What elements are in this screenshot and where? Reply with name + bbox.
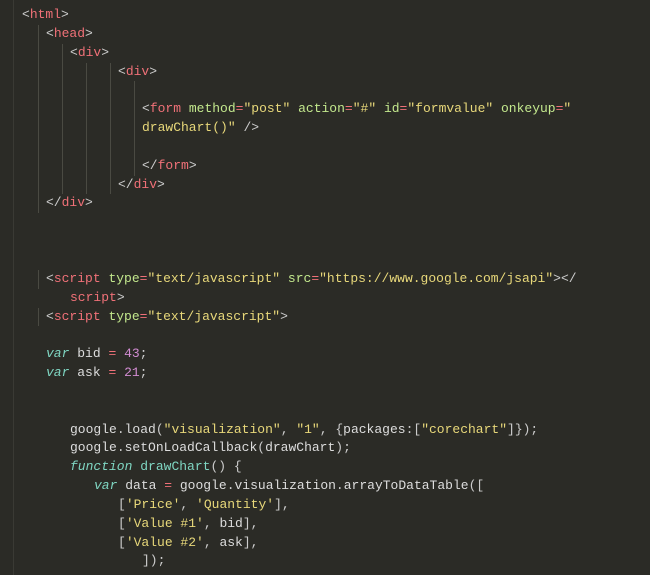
indent-guide — [38, 138, 39, 157]
code-line[interactable]: <html> — [16, 6, 577, 25]
code-text: ['Price', 'Quantity'], — [16, 496, 290, 515]
code-line[interactable] — [16, 383, 577, 402]
code-area[interactable]: <html><head><div><div><form method="post… — [14, 0, 577, 575]
indent-guide — [38, 44, 39, 63]
indent-guide — [86, 119, 87, 138]
indent-guide — [110, 63, 111, 82]
code-line[interactable]: <div> — [16, 63, 577, 82]
code-line[interactable] — [16, 402, 577, 421]
code-text: <head> — [16, 25, 93, 44]
indent-guide — [62, 176, 63, 195]
code-line[interactable]: ]); — [16, 552, 577, 571]
indent-guide — [38, 63, 39, 82]
code-text: ['Value #1', bid], — [16, 515, 258, 534]
indent-guide — [38, 100, 39, 119]
indent-guide — [86, 81, 87, 100]
indent-guide — [38, 119, 39, 138]
code-line[interactable] — [16, 232, 577, 251]
indent-guide — [110, 119, 111, 138]
code-text: </form> — [16, 157, 197, 176]
indent-guide — [86, 176, 87, 195]
indent-guide — [38, 25, 39, 44]
indent-guide — [134, 138, 135, 157]
code-line[interactable] — [16, 251, 577, 270]
code-line[interactable]: ['Value #2', ask], — [16, 534, 577, 553]
indent-guide — [38, 176, 39, 195]
code-line[interactable]: var data = google.visualization.arrayToD… — [16, 477, 577, 496]
code-line[interactable]: <div> — [16, 44, 577, 63]
indent-guide — [38, 270, 39, 289]
code-line[interactable] — [16, 81, 577, 100]
indent-guide — [38, 81, 39, 100]
code-editor[interactable]: <html><head><div><div><form method="post… — [0, 0, 650, 575]
code-line[interactable]: <script type="text/javascript"> — [16, 308, 577, 327]
code-line[interactable]: <form method="post" action="#" id="formv… — [16, 100, 577, 119]
indent-guide — [110, 81, 111, 100]
code-line[interactable]: function drawChart() { — [16, 458, 577, 477]
editor-gutter — [0, 0, 14, 575]
indent-guide — [134, 100, 135, 119]
code-line[interactable] — [16, 326, 577, 345]
code-text: var bid = 43; — [16, 345, 147, 364]
code-line[interactable]: google.setOnLoadCallback(drawChart); — [16, 439, 577, 458]
code-text: var ask = 21; — [16, 364, 147, 383]
code-text: <form method="post" action="#" id="formv… — [16, 100, 571, 119]
indent-guide — [110, 100, 111, 119]
indent-guide — [62, 44, 63, 63]
code-text: <script type="text/javascript"> — [16, 308, 288, 327]
indent-guide — [62, 138, 63, 157]
code-text: <script type="text/javascript" src="http… — [16, 270, 577, 289]
code-line[interactable] — [16, 213, 577, 232]
code-line[interactable]: ['Price', 'Quantity'], — [16, 496, 577, 515]
code-line[interactable]: ['Value #1', bid], — [16, 515, 577, 534]
indent-guide — [38, 157, 39, 176]
code-line[interactable]: var bid = 43; — [16, 345, 577, 364]
code-line[interactable]: script> — [16, 289, 577, 308]
code-line[interactable]: </div> — [16, 194, 577, 213]
code-line[interactable] — [16, 138, 577, 157]
indent-guide — [134, 119, 135, 138]
indent-guide — [38, 308, 39, 327]
indent-guide — [62, 81, 63, 100]
indent-guide — [62, 119, 63, 138]
code-line[interactable]: <script type="text/javascript" src="http… — [16, 270, 577, 289]
code-text: </div> — [16, 194, 93, 213]
indent-guide — [62, 100, 63, 119]
code-line[interactable]: </form> — [16, 157, 577, 176]
indent-guide — [38, 194, 39, 213]
code-text: google.load("visualization", "1", {packa… — [16, 421, 538, 440]
indent-guide — [86, 138, 87, 157]
indent-guide — [86, 157, 87, 176]
code-text: <html> — [16, 6, 69, 25]
code-text: google.setOnLoadCallback(drawChart); — [16, 439, 351, 458]
code-text: function drawChart() { — [16, 458, 242, 477]
code-line[interactable]: drawChart()" /> — [16, 119, 577, 138]
code-text: var data = google.visualization.arrayToD… — [16, 477, 484, 496]
code-text: script> — [16, 289, 125, 308]
code-line[interactable]: var ask = 21; — [16, 364, 577, 383]
indent-guide — [62, 157, 63, 176]
indent-guide — [62, 63, 63, 82]
code-text: ]); — [16, 552, 165, 571]
code-line[interactable]: <head> — [16, 25, 577, 44]
code-line[interactable]: </div> — [16, 176, 577, 195]
indent-guide — [86, 63, 87, 82]
indent-guide — [86, 100, 87, 119]
indent-guide — [110, 157, 111, 176]
indent-guide — [110, 138, 111, 157]
code-text: ['Value #2', ask], — [16, 534, 258, 553]
indent-guide — [134, 81, 135, 100]
indent-guide — [134, 157, 135, 176]
indent-guide — [110, 176, 111, 195]
code-line[interactable]: google.load("visualization", "1", {packa… — [16, 421, 577, 440]
code-text: drawChart()" /> — [16, 119, 259, 138]
